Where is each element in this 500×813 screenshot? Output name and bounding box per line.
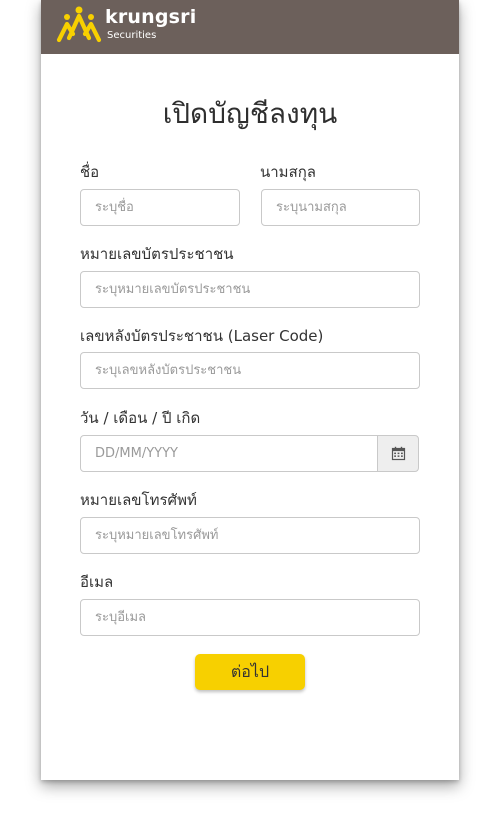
brand-name: krungsri [105,6,197,28]
id-number-label: หมายเลขบัตรประชาชน [80,245,234,263]
email-input[interactable] [80,599,420,636]
krungsri-logo-icon [56,6,102,43]
form-card: krungsri Securities เปิดบัญชีลงทุน ชื่อ … [41,0,459,780]
first-name-label: ชื่อ [80,163,100,181]
next-button[interactable]: ต่อไป [195,654,305,690]
birth-date-group [80,435,419,472]
id-number-input[interactable] [80,271,420,308]
phone-input[interactable] [80,517,420,554]
page: krungsri Securities เปิดบัญชีลงทุน ชื่อ … [0,0,500,813]
laser-code-input[interactable] [80,352,420,389]
brand-subtitle: Securities [107,30,157,41]
birth-date-label: วัน / เดือน / ปี เกิด [80,409,201,427]
email-label: อีเมล [80,573,114,591]
page-title: เปิดบัญชีลงทุน [162,97,338,130]
birth-date-input[interactable] [80,435,378,472]
last-name-input[interactable] [261,189,420,226]
phone-label: หมายเลขโทรศัพท์ [80,491,197,509]
header-bar: krungsri Securities [41,0,459,54]
calendar-button[interactable] [377,435,419,472]
laser-code-label: เลขหลังบัตรประชาชน (Laser Code) [80,327,324,345]
last-name-label: นามสกุล [260,163,316,181]
calendar-icon [391,446,405,461]
first-name-input[interactable] [80,189,240,226]
